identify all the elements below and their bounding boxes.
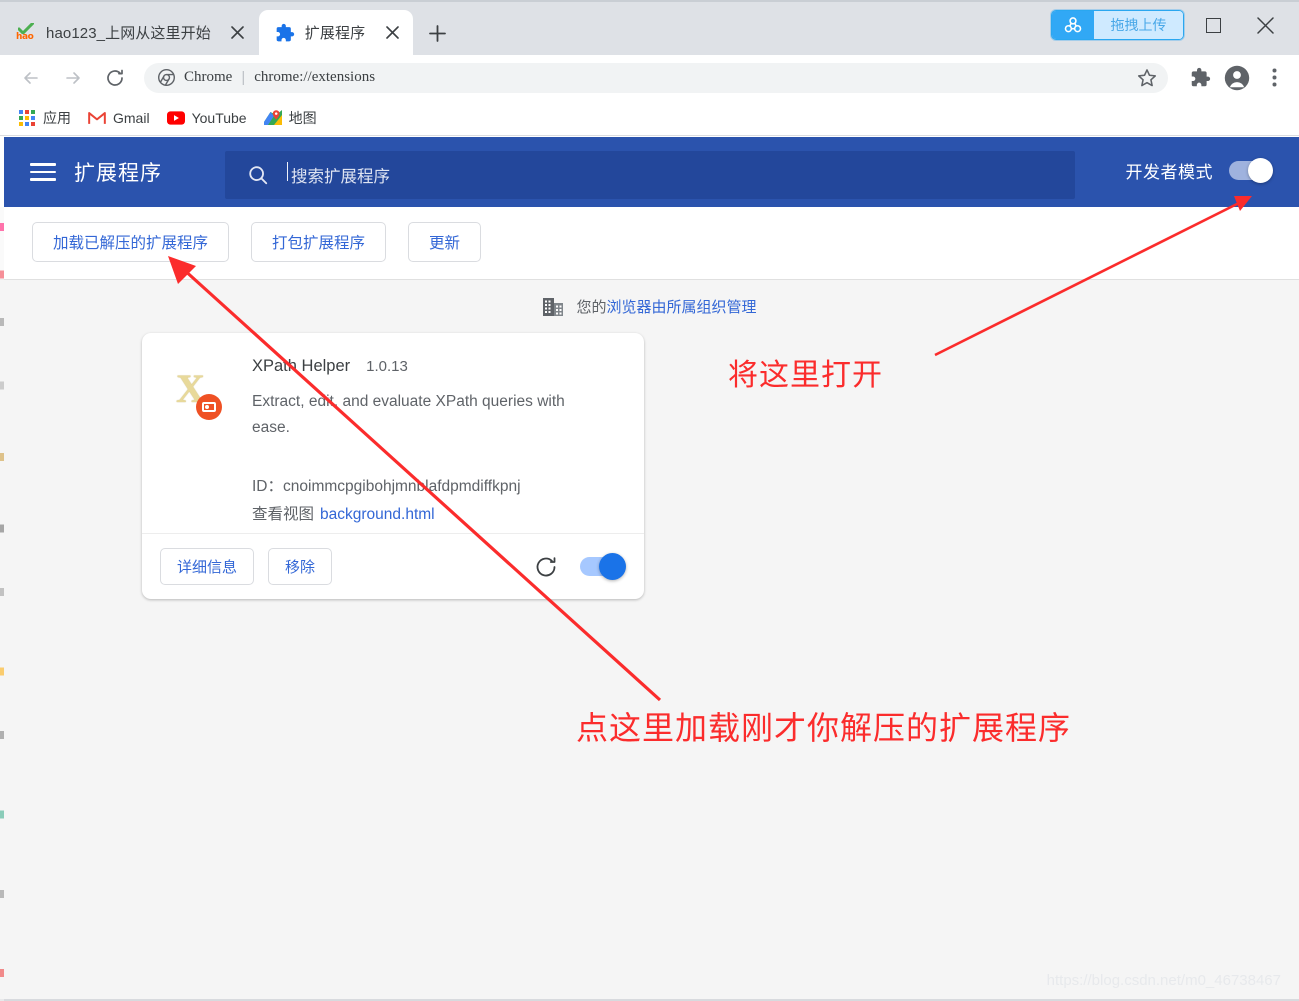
extension-card[interactable]: X XPath Helper 1.0.13 Extract, edit, and… xyxy=(142,333,644,599)
browser-toolbar: Chrome | chrome://extensions xyxy=(0,55,1299,100)
window-top-border xyxy=(0,0,1299,2)
tab-title: hao123_上网从这里开始 xyxy=(46,22,211,43)
tab-extensions[interactable]: 扩展程序 xyxy=(259,10,413,55)
close-icon[interactable] xyxy=(227,22,249,44)
omnibox-scheme-label: Chrome xyxy=(184,69,232,86)
maximize-icon[interactable] xyxy=(1197,10,1229,40)
reload-icon[interactable] xyxy=(98,61,132,95)
text-caret xyxy=(287,162,288,181)
puzzle-favicon xyxy=(275,23,295,43)
cloud-upload-icon xyxy=(1052,11,1094,39)
bookmark-maps[interactable]: 地图 xyxy=(260,105,326,131)
bookmark-label: 地图 xyxy=(289,108,317,128)
pack-extension-button[interactable]: 打包扩展程序 xyxy=(251,222,386,262)
omnibox-separator: | xyxy=(241,69,245,86)
bookmarks-bar: 应用 Gmail YouTube xyxy=(0,100,1299,136)
search-placeholder: 搜索扩展程序 xyxy=(291,163,390,187)
org-notice-link[interactable]: 浏览器由所属组织管理 xyxy=(607,296,757,317)
managed-by-organization-notice: 您的 浏览器由所属组织管理 xyxy=(0,295,1299,317)
developer-mode-toggle[interactable] xyxy=(1229,161,1271,180)
bookmark-label: Gmail xyxy=(113,110,150,126)
extensions-action-bar: 加载已解压的扩展程序 打包扩展程序 更新 xyxy=(32,222,481,262)
bookmark-label: 应用 xyxy=(43,108,71,128)
header-left-edge xyxy=(0,137,4,207)
back-arrow-icon[interactable] xyxy=(14,61,48,95)
org-notice-prefix: 您的 xyxy=(576,296,606,317)
building-icon xyxy=(542,295,564,317)
bookmark-apps[interactable]: 应用 xyxy=(14,105,80,131)
annotation-enable-devmode: 将这里打开 xyxy=(728,350,883,394)
extension-views-row: 查看视图 background.html xyxy=(252,502,620,524)
close-window-icon[interactable] xyxy=(1249,10,1281,40)
bookmark-gmail[interactable]: Gmail xyxy=(84,105,159,131)
extension-id-label: ID： xyxy=(252,478,283,495)
tab-title: 扩展程序 xyxy=(305,22,365,43)
extension-card-footer: 详细信息 移除 xyxy=(142,533,644,599)
extension-info: XPath Helper 1.0.13 Extract, edit, and e… xyxy=(252,357,620,524)
load-unpacked-button[interactable]: 加载已解压的扩展程序 xyxy=(32,222,229,262)
bookmark-star-icon[interactable] xyxy=(1136,67,1158,89)
close-icon[interactable] xyxy=(381,22,403,44)
annotation-load-unpacked: 点这里加载刚才你解压的扩展程序 xyxy=(576,703,1071,749)
chrome-icon xyxy=(158,69,175,86)
toggle-knob xyxy=(1248,158,1273,183)
new-tab-button[interactable] xyxy=(421,17,453,49)
omnibox-url: chrome://extensions xyxy=(254,69,375,86)
gmail-icon xyxy=(88,109,106,127)
drag-upload-button[interactable]: 拖拽上传 xyxy=(1051,10,1184,40)
bookmark-label: YouTube xyxy=(192,110,247,126)
extensions-page-body: 加载已解压的扩展程序 打包扩展程序 更新 xyxy=(0,207,1299,1001)
watermark: https://blog.csdn.net/m0_46738467 xyxy=(1047,972,1281,989)
forward-arrow-icon[interactable] xyxy=(56,61,90,95)
tab-hao123[interactable]: hao hao123_上网从这里开始 xyxy=(0,10,259,55)
apps-grid-icon xyxy=(18,109,36,127)
youtube-icon xyxy=(167,109,185,127)
puzzle-piece-icon[interactable] xyxy=(1185,63,1215,93)
search-input[interactable]: 搜索扩展程序 xyxy=(225,151,1075,199)
extension-name: XPath Helper xyxy=(252,357,350,376)
extension-description: Extract, edit, and evaluate XPath querie… xyxy=(252,389,582,441)
extension-version: 1.0.13 xyxy=(366,358,408,375)
hamburger-menu-icon[interactable] xyxy=(30,159,56,185)
profile-avatar-icon[interactable] xyxy=(1222,63,1252,93)
hao123-favicon: hao xyxy=(16,23,36,43)
toggle-knob xyxy=(599,553,626,580)
three-dot-menu-icon[interactable] xyxy=(1259,63,1289,93)
background-page-link[interactable]: background.html xyxy=(320,506,435,523)
extension-remove-button[interactable]: 移除 xyxy=(268,548,332,585)
extension-card-body: X XPath Helper 1.0.13 Extract, edit, and… xyxy=(142,333,644,524)
upload-button-label: 拖拽上传 xyxy=(1094,11,1183,39)
tab-strip: hao hao123_上网从这里开始 扩展程序 xyxy=(0,0,1299,55)
extension-id: ID：cnoimmcpgibohjmnblafdpmdiffkpnj xyxy=(252,474,620,496)
extension-details-button[interactable]: 详细信息 xyxy=(160,548,254,585)
reload-extension-icon[interactable] xyxy=(534,555,558,579)
maps-pin-icon xyxy=(264,109,282,127)
address-bar[interactable]: Chrome | chrome://extensions xyxy=(144,63,1168,93)
page-title: 扩展程序 xyxy=(74,157,162,187)
browser-window: hao hao123_上网从这里开始 扩展程序 xyxy=(0,0,1299,1001)
bookmark-youtube[interactable]: YouTube xyxy=(163,105,256,131)
update-button[interactable]: 更新 xyxy=(408,222,481,262)
left-edge-artifact xyxy=(0,207,4,1001)
extension-enabled-toggle[interactable] xyxy=(580,557,622,576)
xpath-helper-icon: X xyxy=(174,369,226,421)
developer-mode-label: 开发者模式 xyxy=(1126,158,1214,183)
developer-mode-control[interactable]: 开发者模式 xyxy=(1126,158,1272,183)
extension-id-value: cnoimmcpgibohjmnblafdpmdiffkpnj xyxy=(283,478,521,495)
views-label: 查看视图 xyxy=(252,506,314,523)
search-icon xyxy=(247,164,269,186)
